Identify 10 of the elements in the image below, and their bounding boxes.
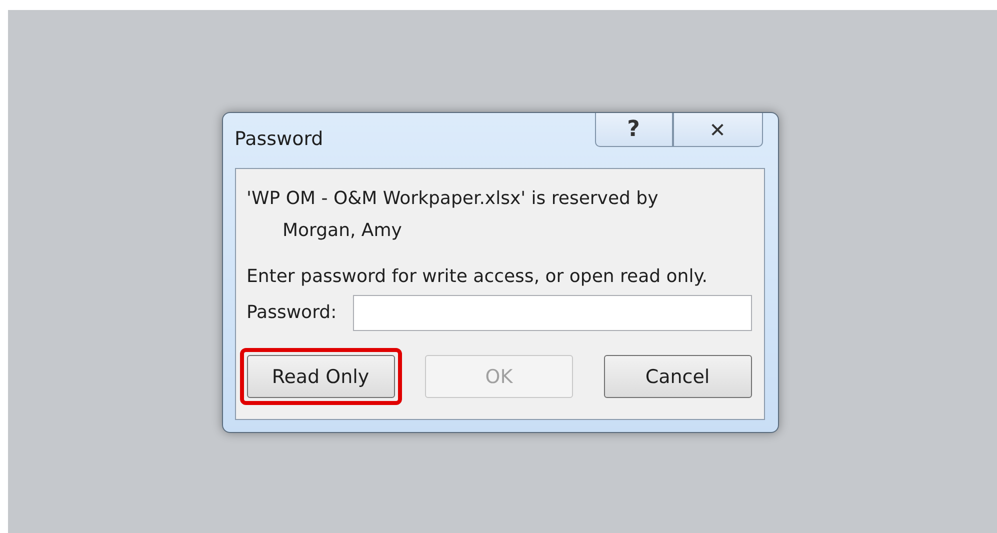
reserved-message: 'WP OM - O&M Workpaper.xlsx' is reserved by: [246, 187, 660, 211]
window-title: Password: [234, 128, 324, 150]
dialog-button[interactable]: Cancel: [604, 355, 752, 398]
prompt-text: Enter password for write access, or open read only.: [246, 265, 709, 289]
user-name: Morgan, Amy: [282, 219, 403, 243]
password-label: Password:: [246, 301, 337, 325]
close-button[interactable]: ✕: [672, 113, 762, 147]
password-field[interactable]: [352, 295, 752, 331]
help-button[interactable]: ?: [594, 113, 672, 147]
dialog-button[interactable]: Read Only: [246, 355, 394, 398]
